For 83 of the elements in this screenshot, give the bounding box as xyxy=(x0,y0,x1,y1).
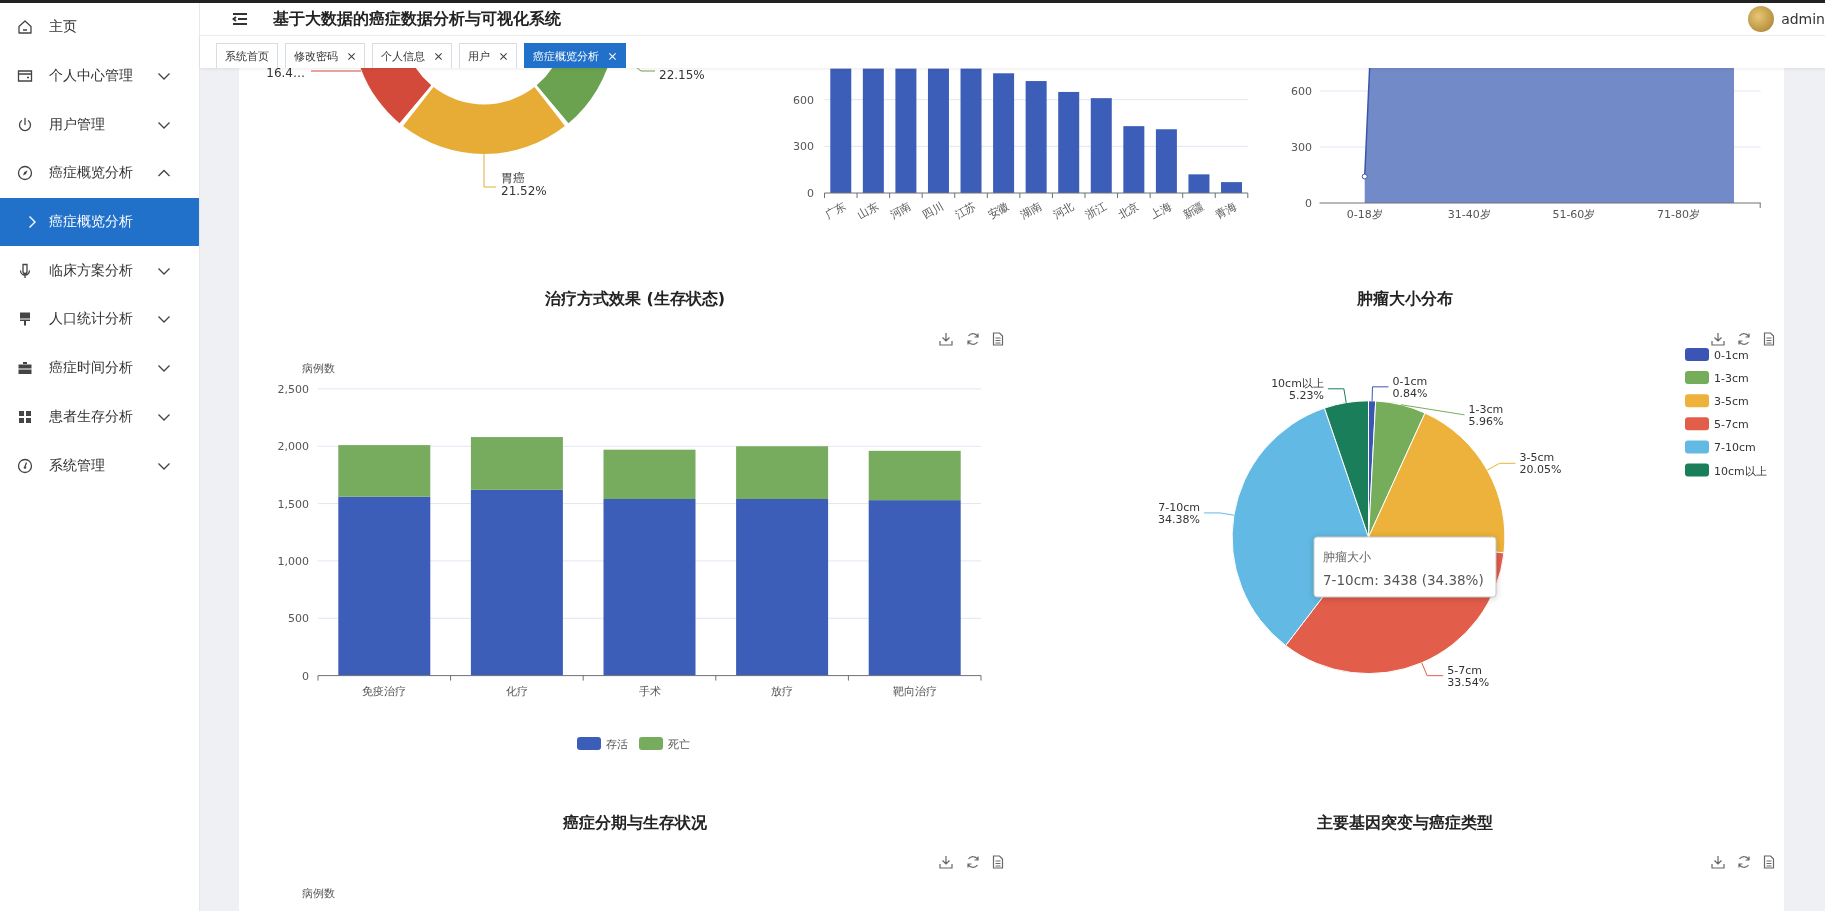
y-tick-label: 300 xyxy=(1291,141,1312,154)
y-tick-label: 600 xyxy=(1291,85,1312,98)
user-name[interactable]: admin xyxy=(1781,11,1825,27)
x-tick-label: 河南 xyxy=(887,199,914,222)
slice-label: 1-3cm xyxy=(1468,402,1504,416)
y-tick-label: 2,000 xyxy=(277,440,309,454)
x-tick-label: 新疆 xyxy=(1180,199,1207,222)
tab[interactable]: 用户 xyxy=(459,43,517,68)
x-tick-label: 山东 xyxy=(855,199,881,222)
legend-label[interactable]: 死亡 xyxy=(668,738,690,751)
nav-item[interactable]: 患者生存分析 xyxy=(0,392,199,442)
slice-label: 5-7cm xyxy=(1447,663,1482,677)
x-tick-label: 靶向治疗 xyxy=(892,685,937,698)
y-tick-label: 2,500 xyxy=(277,382,309,396)
x-tick-label: 安徽 xyxy=(985,199,1012,222)
y-tick-label: 0 xyxy=(302,669,309,683)
nav-item[interactable]: 人口统计分析 xyxy=(0,295,199,344)
x-tick-label: 北京 xyxy=(1115,199,1142,222)
x-tick-label: 手术 xyxy=(638,685,661,698)
legend-label[interactable]: 存活 xyxy=(606,738,628,751)
x-tick-label: 51-60岁 xyxy=(1552,208,1596,221)
slice-label: 0-1cm xyxy=(1392,374,1428,388)
x-tick-label: 化疗 xyxy=(505,685,528,698)
tab[interactable]: 修改密码 xyxy=(285,43,365,68)
x-tick-label: 0-18岁 xyxy=(1346,208,1383,221)
tab[interactable]: 系统首页 xyxy=(216,43,278,68)
nav-item[interactable]: 用户管理 xyxy=(0,100,199,150)
chart-title: 癌症分期与生存状况 xyxy=(563,813,707,832)
x-tick-label: 免疫治疗 xyxy=(362,685,407,698)
segment-percent: 21.52% xyxy=(501,184,547,198)
x-tick-label: 青海 xyxy=(1213,199,1239,222)
chart-title: 治疗方式效果 (生存状态) xyxy=(544,289,726,308)
nav-item[interactable]: 癌症时间分析 xyxy=(0,343,199,393)
x-tick-label: 江苏 xyxy=(952,199,979,222)
x-tick-label: 广东 xyxy=(822,199,849,222)
slice-percent: 5.96% xyxy=(1468,414,1504,428)
legend-label[interactable]: 5-7cm xyxy=(1714,418,1749,432)
slice-label: 3-5cm xyxy=(1519,451,1555,465)
x-tick-label: 上海 xyxy=(1148,199,1174,222)
x-tick-label: 放疗 xyxy=(771,685,794,698)
legend-label[interactable]: 7-10cm xyxy=(1714,441,1756,455)
nav-item[interactable]: 主页 xyxy=(0,3,199,52)
segment-percent: 22.15% xyxy=(659,68,705,82)
axis-title: 病例数 xyxy=(301,887,335,900)
slice-percent: 34.38% xyxy=(1158,512,1201,526)
x-tick-label: 湖南 xyxy=(1018,199,1044,222)
app-title: 基于大数据的癌症数据分析与可视化系统 xyxy=(273,8,561,30)
legend-label[interactable]: 10cm以上 xyxy=(1714,464,1767,478)
nav-item[interactable]: 临床方案分析 xyxy=(0,246,199,296)
legend-label[interactable]: 1-3cm xyxy=(1714,372,1749,386)
slice-percent: 5.23% xyxy=(1288,388,1324,402)
y-tick-label: 500 xyxy=(288,612,309,626)
y-tick-label: 1,000 xyxy=(277,554,309,568)
x-tick-label: 71-80岁 xyxy=(1657,208,1700,221)
nav-item[interactable]: 癌症概览分析 xyxy=(0,149,199,198)
tooltip-title: 肿瘤大小 xyxy=(1323,550,1371,564)
legend-label[interactable]: 0-1cm xyxy=(1714,349,1749,362)
y-tick-label: 1,500 xyxy=(277,497,309,511)
legend-label[interactable]: 3-5cm xyxy=(1714,395,1749,409)
x-tick-label: 31-40岁 xyxy=(1447,208,1491,221)
tooltip-text: 7-10cm: 3438 (34.38%) xyxy=(1323,572,1484,588)
slice-percent: 33.54% xyxy=(1447,675,1490,689)
submenu-item[interactable]: 癌症概览分析 xyxy=(0,197,199,247)
slice-percent: 0.84% xyxy=(1392,386,1428,400)
tab[interactable]: 癌症概览分析 xyxy=(524,43,626,68)
x-tick-label: 浙江 xyxy=(1083,199,1109,222)
x-tick-label: 四川 xyxy=(920,199,946,222)
slice-label: 7-10cm xyxy=(1158,500,1201,514)
y-tick-label: 0 xyxy=(1305,197,1312,210)
x-tick-label: 河北 xyxy=(1050,199,1077,222)
chart-title: 主要基因突变与癌症类型 xyxy=(1317,813,1493,832)
segment-percent: 16.4… xyxy=(266,68,305,80)
chart-title: 肿瘤大小分布 xyxy=(1357,289,1453,308)
y-tick-label: 300 xyxy=(793,140,814,154)
axis-title: 病例数 xyxy=(301,362,335,375)
slice-label: 10cm以上 xyxy=(1271,376,1324,390)
y-tick-label: 600 xyxy=(793,93,814,107)
y-tick-label: 0 xyxy=(807,187,814,200)
nav-item[interactable]: 系统管理 xyxy=(0,441,199,490)
nav-item[interactable]: 个人中心管理 xyxy=(0,51,199,101)
tab[interactable]: 个人信息 xyxy=(372,43,452,68)
segment-name: 胃癌 xyxy=(501,171,525,185)
slice-percent: 20.05% xyxy=(1519,463,1562,477)
